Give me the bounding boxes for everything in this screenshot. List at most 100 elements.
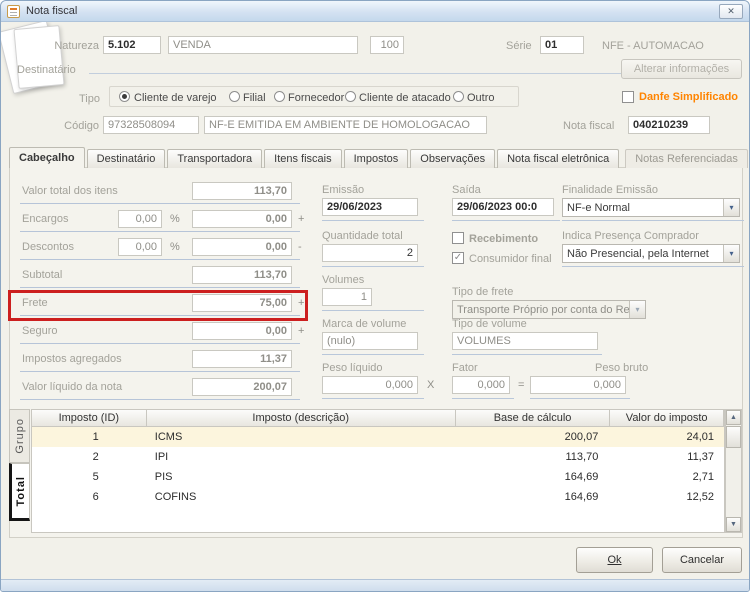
natureza-label: Natureza bbox=[54, 40, 99, 52]
table-scrollbar[interactable]: ▲ ▼ bbox=[725, 409, 742, 533]
radio-filial[interactable] bbox=[229, 91, 240, 102]
radio-outro-label: Outro bbox=[467, 92, 495, 104]
natureza-num-field[interactable]: 100 bbox=[370, 36, 404, 54]
titlebar: Nota fiscal ✕ bbox=[1, 1, 749, 22]
tab-strip: Cabeçalho Destinatário Transportadora It… bbox=[9, 147, 749, 168]
frete-annotation-box bbox=[8, 290, 308, 321]
note-icon bbox=[7, 4, 20, 18]
descontos-label: Descontos bbox=[22, 241, 74, 253]
emissao-label: Emissão bbox=[322, 184, 365, 196]
encargos-label: Encargos bbox=[22, 213, 69, 225]
codigo-field[interactable]: 97328508094 bbox=[103, 116, 199, 134]
tipo-frete-value: Transporte Próprio por conta do Remete bbox=[457, 304, 629, 316]
descontos-pct-field[interactable]: 0,00 bbox=[118, 238, 162, 256]
radio-outro[interactable] bbox=[453, 91, 464, 102]
serie-field[interactable]: 01 bbox=[540, 36, 584, 54]
divider bbox=[322, 310, 424, 311]
group-tab-total[interactable]: Total bbox=[9, 463, 30, 521]
valor-liquido-label: Valor líquido da nota bbox=[22, 381, 123, 393]
table-row[interactable]: 1 ICMS 200,07 24,01 bbox=[32, 427, 724, 447]
column-header-valor[interactable]: Valor do imposto bbox=[610, 410, 724, 427]
close-button[interactable]: ✕ bbox=[719, 4, 743, 19]
recebimento-checkbox bbox=[452, 232, 464, 244]
column-header-base[interactable]: Base de cálculo bbox=[455, 410, 611, 427]
volumes-label: Volumes bbox=[322, 274, 365, 286]
peso-bruto-field[interactable]: 0,000 bbox=[530, 376, 626, 394]
table-header: Imposto (ID) Imposto (descrição) Base de… bbox=[32, 410, 724, 427]
peso-times-sign: X bbox=[427, 379, 435, 391]
natureza-desc-field[interactable]: VENDA bbox=[168, 36, 358, 54]
radio-filial-label: Filial bbox=[243, 92, 266, 104]
tipo-frete-label: Tipo de frete bbox=[452, 286, 514, 298]
indica-presenca-label: Indica Presença Comprador bbox=[562, 230, 699, 242]
fator-field[interactable]: 0,000 bbox=[452, 376, 510, 394]
valor-liquido-row: Valor líquido da nota 200,07 bbox=[20, 378, 300, 400]
saida-field[interactable]: 29/06/2023 00:0 bbox=[452, 198, 554, 216]
finalidade-dropdown[interactable]: NF-e Normal ▾ bbox=[562, 198, 740, 217]
indica-presenca-value: Não Presencial, pela Internet bbox=[567, 248, 709, 260]
tab-notas-referenciadas: Notas Referenciadas bbox=[625, 149, 748, 168]
volumes-field[interactable]: 1 bbox=[322, 288, 372, 306]
column-header-id[interactable]: Imposto (ID) bbox=[32, 410, 147, 427]
divider bbox=[562, 220, 744, 221]
table-row[interactable]: 2 IPI 113,70 11,37 bbox=[32, 447, 724, 467]
alterar-informacoes-button: Alterar informações bbox=[621, 59, 742, 79]
marca-volume-field[interactable]: (nulo) bbox=[322, 332, 418, 350]
encargos-field: 0,00 bbox=[192, 210, 292, 228]
seguro-op: + bbox=[298, 325, 305, 337]
tab-destinatario[interactable]: Destinatário bbox=[86, 149, 166, 168]
peso-bruto-label: Peso bruto bbox=[595, 362, 649, 374]
scrollbar-thumb[interactable] bbox=[726, 426, 741, 448]
fator-label: Fator bbox=[452, 362, 478, 374]
danfe-checkbox[interactable] bbox=[622, 91, 634, 103]
chevron-down-icon: ▾ bbox=[723, 199, 739, 216]
cancel-button[interactable]: Cancelar bbox=[662, 547, 742, 573]
table-row[interactable]: 6 COFINS 164,69 12,52 bbox=[32, 487, 724, 507]
close-icon: ✕ bbox=[727, 6, 735, 16]
ok-button[interactable]: Ok bbox=[576, 547, 653, 573]
encargos-pct-field[interactable]: 0,00 bbox=[118, 210, 162, 228]
divider bbox=[322, 266, 424, 267]
seguro-field[interactable]: 0,00 bbox=[192, 322, 292, 340]
tab-cabecalho[interactable]: Cabeçalho bbox=[9, 147, 85, 168]
nota-fiscal-number-field[interactable]: 040210239 bbox=[628, 116, 710, 134]
valor-liquido-field: 200,07 bbox=[192, 378, 292, 396]
emissao-field[interactable]: 29/06/2023 bbox=[322, 198, 418, 216]
descontos-field: 0,00 bbox=[192, 238, 292, 256]
radio-cliente-atacado[interactable] bbox=[345, 91, 356, 102]
tab-itens-fiscais[interactable]: Itens fiscais bbox=[264, 149, 342, 168]
danfe-label: Danfe Simplificado bbox=[639, 91, 739, 103]
radio-fornecedor[interactable] bbox=[274, 91, 285, 102]
valor-total-label: Valor total dos itens bbox=[22, 185, 118, 197]
window-bottom-edge bbox=[1, 579, 749, 591]
table-row[interactable]: 5 PIS 164,69 2,71 bbox=[32, 467, 724, 487]
tipo-frete-dropdown: Transporte Próprio por conta do Remete ▾ bbox=[452, 300, 646, 319]
subtotal-field: 113,70 bbox=[192, 266, 292, 284]
natureza-code-field[interactable]: 5.102 bbox=[103, 36, 161, 54]
group-tab-grupo[interactable]: Grupo bbox=[9, 409, 30, 463]
impostos-agregados-field: 11,37 bbox=[192, 350, 292, 368]
tipo-volume-field[interactable]: VOLUMES bbox=[452, 332, 598, 350]
tab-impostos[interactable]: Impostos bbox=[343, 149, 409, 168]
tab-nfe[interactable]: Nota fiscal eletrônica bbox=[497, 149, 620, 168]
valor-total-row: Valor total dos itens 113,70 bbox=[20, 182, 300, 204]
scroll-up-icon[interactable]: ▲ bbox=[726, 410, 741, 425]
column-header-descricao[interactable]: Imposto (descrição) bbox=[146, 410, 456, 427]
radio-cliente-varejo-label: Cliente de varejo bbox=[134, 92, 217, 104]
peso-liquido-field[interactable]: 0,000 bbox=[322, 376, 418, 394]
serie-label: Série bbox=[506, 40, 532, 52]
scroll-down-icon[interactable]: ▼ bbox=[726, 517, 741, 532]
consumidor-final-checkbox: ✓ bbox=[452, 252, 464, 264]
encargos-row: Encargos 0,00 % 0,00 bbox=[20, 210, 300, 232]
descontos-pct-sign: % bbox=[170, 241, 180, 253]
tab-observacoes[interactable]: Observações bbox=[410, 149, 496, 168]
impostos-table: Imposto (ID) Imposto (descrição) Base de… bbox=[31, 409, 725, 533]
indica-presenca-dropdown[interactable]: Não Presencial, pela Internet ▾ bbox=[562, 244, 740, 263]
tab-transportadora[interactable]: Transportadora bbox=[167, 149, 263, 168]
radio-cliente-varejo[interactable] bbox=[119, 91, 130, 102]
quantidade-total-field: 2 bbox=[322, 244, 418, 262]
descontos-row: Descontos 0,00 % 0,00 bbox=[20, 238, 300, 260]
consumidor-final-label: Consumidor final bbox=[469, 253, 552, 265]
codigo-desc-field[interactable]: NF-E EMITIDA EM AMBIENTE DE HOMOLOGACAO bbox=[204, 116, 487, 134]
peso-equals-sign: = bbox=[518, 379, 525, 391]
